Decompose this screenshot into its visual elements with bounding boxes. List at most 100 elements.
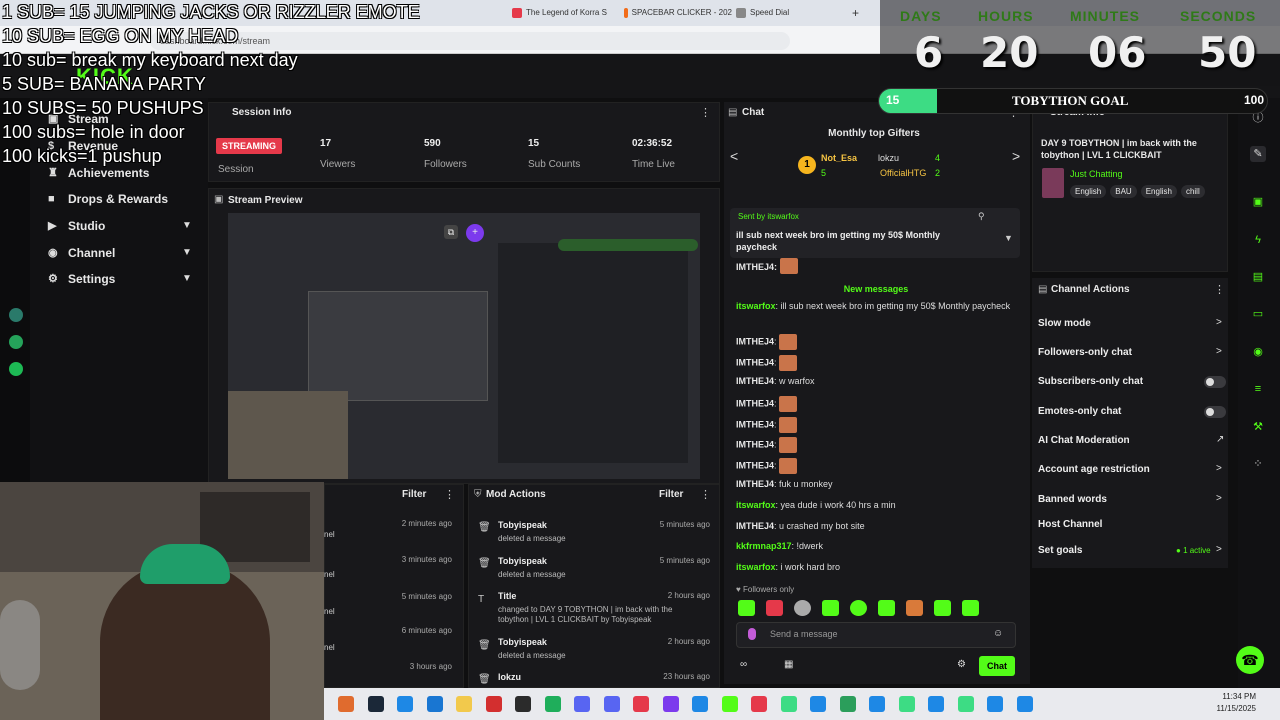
support-chat-icon[interactable]: ☎ [1236, 646, 1264, 674]
taskbar-app-icon[interactable] [397, 696, 413, 712]
emote-icon[interactable] [794, 600, 811, 616]
emote-icon[interactable] [934, 600, 951, 616]
taskbar-app-icon[interactable] [780, 696, 797, 712]
tab-speed-dial[interactable]: Speed Dial [736, 0, 846, 26]
chevron-right-icon[interactable]: > [1216, 544, 1222, 555]
popout-icon[interactable]: ⧉ [444, 225, 458, 239]
more-icon[interactable]: ⋮ [444, 488, 455, 501]
taskbar-app-icon[interactable] [898, 696, 915, 712]
taskbar-date[interactable]: 11/15/2025 [1210, 704, 1256, 713]
chat-username[interactable]: IMTHEJ4 [736, 336, 774, 346]
taskbar-app-icon[interactable] [839, 696, 856, 712]
wrench-icon[interactable]: ⚒ [1250, 419, 1266, 435]
taskbar-app-icon[interactable] [633, 696, 649, 712]
chat-username[interactable]: kkfrmnap317 [736, 541, 792, 551]
more-icon[interactable]: ⋮ [1214, 283, 1225, 296]
list-icon[interactable]: ≡ [1250, 381, 1266, 397]
chat-username[interactable]: IMTHEJ4 [736, 398, 774, 408]
emote-icon[interactable] [766, 600, 783, 616]
layout-icon[interactable]: ▣ [1250, 194, 1266, 210]
taskbar-app-icon[interactable] [515, 696, 531, 712]
chevron-right-icon[interactable]: > [1012, 148, 1020, 164]
plus-icon[interactable]: + [466, 224, 484, 242]
taskbar-app-icon[interactable] [751, 696, 767, 712]
message-icon[interactable]: ▭ [1250, 306, 1266, 322]
nav-settings[interactable]: ⚙ Settings [48, 272, 115, 286]
taskbar-app-icon[interactable] [338, 696, 354, 712]
emotes-only-toggle[interactable] [1204, 406, 1226, 418]
tag[interactable]: BAU [1110, 185, 1137, 198]
document-icon[interactable]: ▤ [1250, 269, 1266, 285]
tag[interactable]: English [1070, 185, 1107, 198]
chevron-down-icon[interactable]: ▼ [1004, 233, 1013, 243]
chat-user[interactable]: IMTHEJ4: [736, 262, 777, 272]
external-link-icon[interactable]: ↗ [1216, 434, 1224, 445]
url-input[interactable]: dashboard.kick.com/stream [150, 32, 790, 50]
taskbar-app-icon[interactable] [574, 696, 590, 712]
broadcast-icon[interactable]: ◉ [1250, 344, 1266, 360]
subscribers-only-toggle[interactable] [1204, 376, 1226, 388]
emote-icon[interactable] [878, 600, 895, 616]
lightning-icon[interactable]: ϟ [1250, 232, 1266, 248]
chevron-left-icon[interactable]: < [730, 148, 738, 164]
chat-username[interactable]: IMTHEJ4 [736, 439, 774, 449]
emote-icon[interactable] [738, 600, 755, 616]
filter-button[interactable]: Filter [659, 489, 683, 500]
new-tab-icon[interactable]: + [852, 0, 864, 26]
account-age-item[interactable]: Account age restriction [1038, 464, 1150, 475]
emote-icon[interactable] [906, 600, 923, 616]
taskbar-app-icon[interactable] [456, 696, 472, 712]
chevron-right-icon[interactable]: > [1216, 346, 1222, 357]
banned-words-item[interactable]: Banned words [1038, 494, 1107, 505]
nav-drops-rewards[interactable]: ■ Drops & Rewards [48, 192, 168, 206]
people-icon[interactable]: ∞ [740, 659, 747, 670]
category-link[interactable]: Just Chatting [1070, 169, 1123, 179]
chat-username[interactable]: itswarfox [736, 301, 776, 311]
chatgpt-icon[interactable] [9, 308, 23, 322]
spotify-icon[interactable] [9, 362, 23, 376]
emote-icon[interactable] [822, 600, 839, 616]
followers-only-item[interactable]: Followers-only chat [1038, 347, 1132, 358]
store-icon[interactable]: ▦ [784, 659, 793, 670]
emote-icon[interactable] [850, 600, 867, 616]
chevron-down-icon[interactable]: ▼ [182, 220, 192, 231]
taskbar-app-icon[interactable] [662, 696, 679, 712]
chevron-down-icon[interactable]: ▼ [182, 273, 192, 284]
taskbar-app-icon[interactable] [928, 696, 944, 712]
edit-icon[interactable]: ✎ [1250, 146, 1266, 162]
tag[interactable]: chill [1180, 185, 1205, 198]
gifter-name[interactable]: OfficialHTG [880, 168, 926, 178]
taskbar-app-icon[interactable] [485, 696, 502, 712]
emote-icon[interactable] [962, 600, 979, 616]
taskbar-time[interactable]: 11:34 PM [1216, 692, 1256, 701]
gifter-name[interactable]: Not_Esa [821, 153, 857, 163]
pin-icon[interactable]: ⚲ [978, 211, 985, 222]
chat-username[interactable]: IMTHEJ4 [736, 376, 774, 386]
taskbar-app-icon[interactable] [957, 696, 974, 712]
taskbar-app-icon[interactable] [603, 696, 620, 712]
taskbar-app-icon[interactable] [1016, 696, 1033, 712]
taskbar-app-icon[interactable] [810, 696, 826, 712]
taskbar-app-icon[interactable] [692, 696, 708, 712]
taskbar-app-icon[interactable] [426, 696, 443, 712]
more-icon[interactable]: ⋮ [700, 106, 711, 119]
chat-placeholder[interactable]: Send a message [770, 629, 838, 639]
tag[interactable]: English [1140, 185, 1177, 198]
emoji-icon[interactable]: ☺ [993, 628, 1003, 639]
chevron-down-icon[interactable]: ▼ [182, 247, 192, 258]
chat-username[interactable]: IMTHEJ4 [736, 479, 774, 489]
filter-button[interactable]: Filter [402, 489, 426, 500]
chat-username[interactable]: IMTHEJ4 [736, 419, 774, 429]
chat-username[interactable]: IMTHEJ4 [736, 357, 774, 367]
chat-username[interactable]: IMTHEJ4 [736, 521, 774, 531]
chevron-right-icon[interactable]: > [1216, 317, 1222, 328]
slow-mode-item[interactable]: Slow mode [1038, 318, 1091, 329]
stream-preview-video[interactable] [228, 213, 700, 479]
tab-spacebar-clicker[interactable]: SPACEBAR CLICKER - 202 [624, 0, 732, 26]
mic-icon[interactable] [748, 628, 756, 640]
ai-moderation-item[interactable]: AI Chat Moderation [1038, 435, 1130, 446]
gear-icon[interactable]: ⚙ [957, 659, 966, 670]
more-icon[interactable]: ⋮ [700, 488, 711, 501]
nav-channel[interactable]: ◉ Channel [48, 246, 115, 260]
chat-username[interactable]: itswarfox [736, 562, 776, 572]
